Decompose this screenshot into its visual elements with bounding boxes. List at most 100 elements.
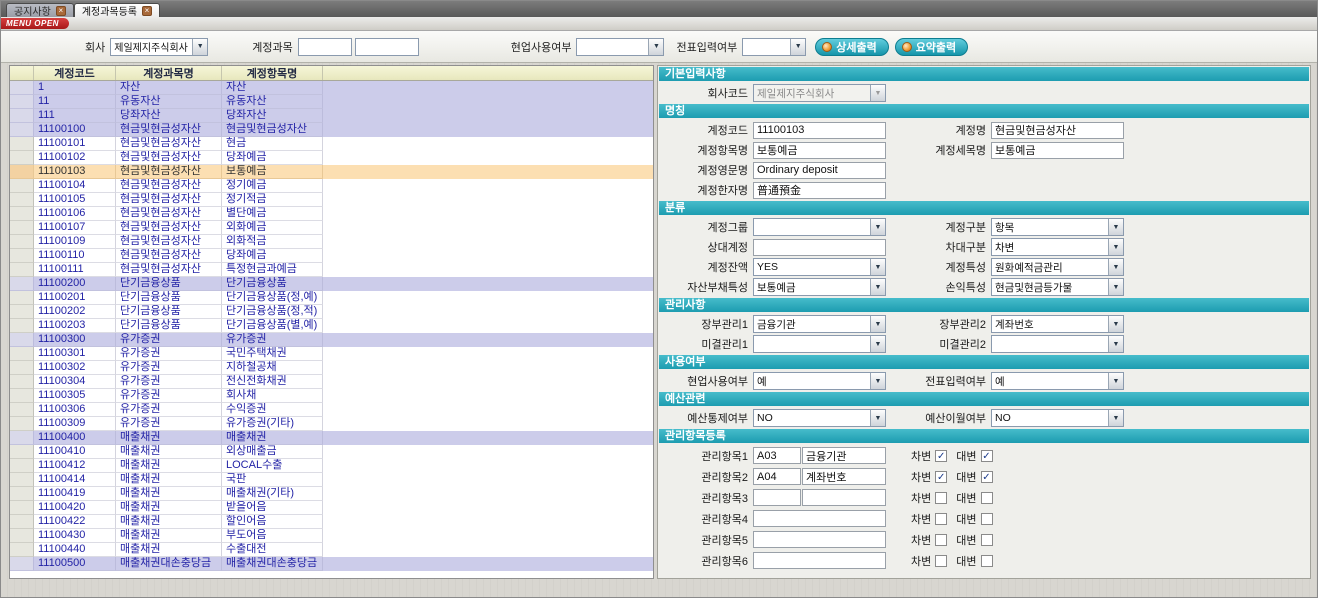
row-selector[interactable] (10, 375, 34, 389)
table-row[interactable]: 11100410매출채권외상매출금외상매출금 (10, 445, 653, 459)
table-row[interactable]: 11100105현금및현금성자산정기적금정기적금 (10, 193, 653, 207)
table-row[interactable]: 11100203단기금융상품단기금융상품(별,예)단기금융상품(별,예) (10, 319, 653, 333)
item-name-input[interactable] (753, 142, 886, 159)
row-selector[interactable] (10, 445, 34, 459)
table-row[interactable]: 111당좌자산당좌자산당좌자산 (10, 109, 653, 123)
mgmt-item-input[interactable] (753, 552, 886, 569)
table-row[interactable]: 11100304유가증권전신전화채권전신전화채권 (10, 375, 653, 389)
credit-checkbox[interactable]: ✓ (981, 471, 993, 483)
mgmt-item-code-input[interactable] (753, 468, 801, 485)
row-selector[interactable] (10, 557, 34, 571)
row-selector[interactable] (10, 291, 34, 305)
row-selector[interactable] (10, 473, 34, 487)
account-code-input[interactable] (753, 122, 886, 139)
table-row[interactable]: 11100111현금및현금성자산특정현금과예금특정현금과예금 (10, 263, 653, 277)
table-row[interactable]: 11100306유가증권수익증권수익증권 (10, 403, 653, 417)
budget-carryover-select[interactable]: NO ▼ (991, 409, 1124, 427)
debit-checkbox[interactable] (935, 513, 947, 525)
book-mgmt1-select[interactable]: 금융기관 ▼ (753, 315, 886, 333)
table-row[interactable]: 11100103현금및현금성자산보통예금보통예금 (10, 165, 653, 179)
row-selector[interactable] (10, 165, 34, 179)
row-selector[interactable] (10, 543, 34, 557)
row-selector[interactable] (10, 333, 34, 347)
row-selector[interactable] (10, 81, 34, 95)
hanja-name-input[interactable] (753, 182, 886, 199)
row-selector[interactable] (10, 235, 34, 249)
row-selector[interactable] (10, 403, 34, 417)
row-selector[interactable] (10, 459, 34, 473)
row-selector[interactable] (10, 361, 34, 375)
book-mgmt2-select[interactable]: 계좌번호 ▼ (991, 315, 1124, 333)
active-use-select[interactable]: 예 ▼ (753, 372, 886, 390)
row-selector[interactable] (10, 109, 34, 123)
table-row[interactable]: 11100400매출채권매출채권매출채권 (10, 431, 653, 445)
credit-checkbox[interactable]: ✓ (981, 450, 993, 462)
row-selector[interactable] (10, 487, 34, 501)
row-selector[interactable] (10, 277, 34, 291)
mgmt-item-input[interactable] (753, 510, 886, 527)
pending-mgmt2-select[interactable]: ▼ (991, 335, 1124, 353)
debit-checkbox[interactable]: ✓ (935, 450, 947, 462)
row-selector[interactable] (10, 319, 34, 333)
credit-checkbox[interactable] (981, 555, 993, 567)
mgmt-item-name-input[interactable] (802, 489, 886, 506)
row-selector[interactable] (10, 263, 34, 277)
tab-account-registration[interactable]: 계정과목등록 × (74, 3, 160, 17)
table-row[interactable]: 11100420매출채권받을어음받을어음 (10, 501, 653, 515)
debit-checkbox[interactable]: ✓ (935, 471, 947, 483)
table-row[interactable]: 11100110현금및현금성자산당좌예금당좌예금 (10, 249, 653, 263)
mgmt-item-code-input[interactable] (753, 447, 801, 464)
slip-entry-select[interactable]: 예 ▼ (991, 372, 1124, 390)
counter-account-input[interactable] (753, 239, 886, 256)
table-row[interactable]: 11100106현금및현금성자산별단예금별단예금 (10, 207, 653, 221)
table-row[interactable]: 11100500매출채권대손충당금매출채권대손충당금매출채권대손충당금 (10, 557, 653, 571)
debit-checkbox[interactable] (935, 555, 947, 567)
credit-checkbox[interactable] (981, 513, 993, 525)
row-selector[interactable] (10, 417, 34, 431)
row-selector[interactable] (10, 305, 34, 319)
table-row[interactable]: 11100305유가증권회사채회사채 (10, 389, 653, 403)
table-row[interactable]: 11100101현금및현금성자산현금현금 (10, 137, 653, 151)
account-code-from-input[interactable] (298, 38, 352, 56)
account-name-input[interactable] (991, 122, 1124, 139)
table-row[interactable]: 11100440매출채권수출대전수출대전 (10, 543, 653, 557)
table-row[interactable]: 11100419매출채권매출채권(기타)매출채권(기타) (10, 487, 653, 501)
profit-loss-select[interactable]: 현금및현금등가물 ▼ (991, 278, 1124, 296)
row-selector[interactable] (10, 151, 34, 165)
table-row[interactable]: 11100414매출채권국판국판 (10, 473, 653, 487)
summary-print-button[interactable]: 요약출력 (895, 38, 968, 56)
menu-open-button[interactable]: MENU OPEN (1, 18, 69, 29)
table-row[interactable]: 11100104현금및현금성자산정기예금정기예금 (10, 179, 653, 193)
table-row[interactable]: 11100302유가증권지하철공채지하철공채 (10, 361, 653, 375)
active-use-filter-select[interactable]: ▼ (576, 38, 664, 56)
row-selector[interactable] (10, 431, 34, 445)
asset-liability-select[interactable]: 보통예금 ▼ (753, 278, 886, 296)
row-selector[interactable] (10, 221, 34, 235)
credit-checkbox[interactable] (981, 492, 993, 504)
row-selector[interactable] (10, 501, 34, 515)
detail-name-input[interactable] (991, 142, 1124, 159)
budget-control-select[interactable]: NO ▼ (753, 409, 886, 427)
slip-entry-filter-select[interactable]: ▼ (742, 38, 806, 56)
table-row[interactable]: 11100202단기금융상품단기금융상품(정,적)단기금융상품(정,적) (10, 305, 653, 319)
mgmt-item-name-input[interactable] (802, 468, 886, 485)
mgmt-item-code-input[interactable] (753, 489, 801, 506)
row-selector[interactable] (10, 347, 34, 361)
row-selector[interactable] (10, 207, 34, 221)
tab-notice[interactable]: 공지사항 × (6, 3, 74, 17)
debit-checkbox[interactable] (935, 534, 947, 546)
table-row[interactable]: 11100412매출채권LOCAL수출LOCAL수출 (10, 459, 653, 473)
row-selector[interactable] (10, 193, 34, 207)
row-selector[interactable] (10, 179, 34, 193)
table-row[interactable]: 11100430매출채권부도어음부도어음 (10, 529, 653, 543)
company-select[interactable]: 제일제지주식회사 ▼ (110, 38, 208, 56)
row-selector[interactable] (10, 123, 34, 137)
table-row[interactable]: 11100300유가증권유가증권유가증권 (10, 333, 653, 347)
row-selector[interactable] (10, 137, 34, 151)
company-code-select[interactable]: 제일제지주식회사 ▼ (753, 84, 886, 102)
close-icon[interactable]: × (142, 6, 152, 16)
table-row[interactable]: 11100309유가증권유가증권(기타)유가증권(기타) (10, 417, 653, 431)
table-row[interactable]: 1자산자산자산 (10, 81, 653, 95)
table-row[interactable]: 11100301유가증권국민주택채권국민주택채권 (10, 347, 653, 361)
english-name-input[interactable] (753, 162, 886, 179)
